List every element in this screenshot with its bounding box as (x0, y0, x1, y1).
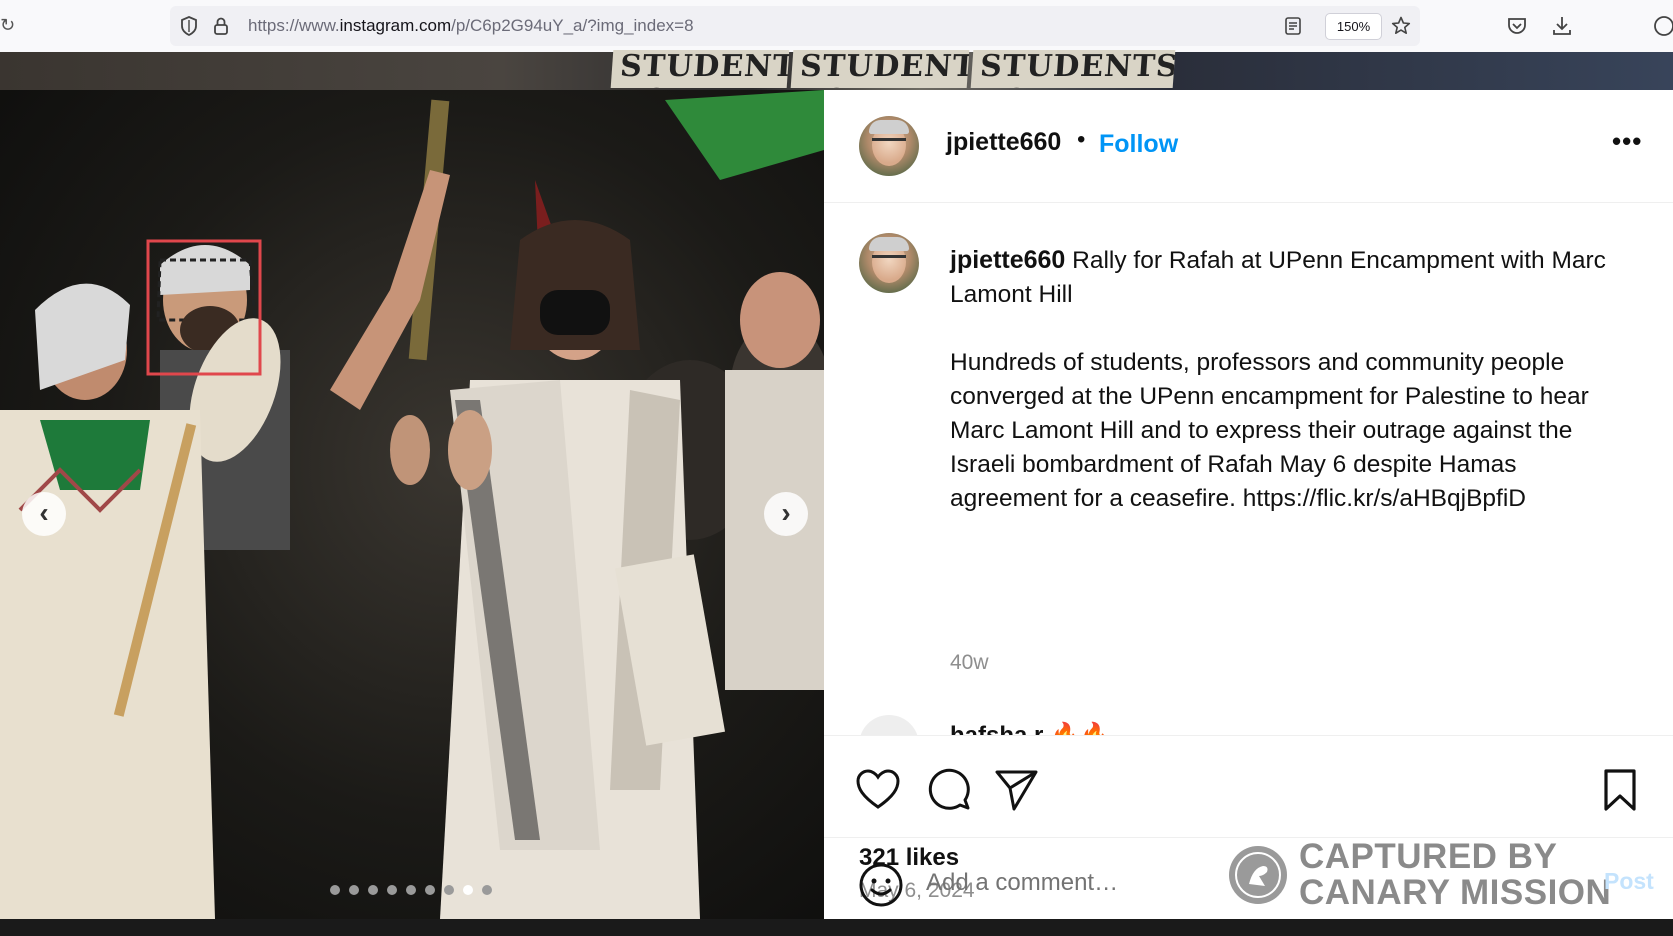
account-icon[interactable] (1652, 14, 1673, 38)
post-time-ago[interactable]: 40w (950, 651, 989, 675)
carousel-dot[interactable] (368, 885, 378, 895)
author-avatar[interactable] (859, 116, 919, 176)
url-path: /p/C6p2G94uY_a/?img_index=8 (451, 16, 694, 35)
like-heart-icon[interactable] (854, 766, 902, 814)
carousel-dot[interactable] (425, 885, 435, 895)
carousel-dot[interactable] (482, 885, 492, 895)
protest-photo-illustration (0, 90, 824, 919)
carousel-prev-button[interactable]: ‹ (22, 492, 66, 536)
caption-author-avatar[interactable] (859, 233, 919, 293)
carousel-dot-active[interactable] (463, 885, 473, 895)
share-send-icon[interactable] (992, 766, 1040, 814)
shield-icon[interactable] (178, 15, 200, 37)
carousel-dot[interactable] (444, 885, 454, 895)
caption-scroll-area[interactable]: jpiette660 Rally for Rafah at UPenn Enca… (824, 203, 1673, 735)
carousel-dot[interactable] (349, 885, 359, 895)
url-domain: instagram.com (339, 16, 452, 35)
follow-button[interactable]: Follow (1099, 130, 1178, 159)
comment-bubble-icon[interactable] (924, 766, 972, 814)
emoji-smiley-icon[interactable] (858, 862, 904, 908)
backdrop-sign: STUDENTS AGREE (610, 50, 790, 88)
backdrop-sign: STUDENTS AGREE (970, 50, 1176, 88)
comment-input[interactable] (924, 862, 1528, 904)
post-photo[interactable]: ‹ › (0, 90, 824, 919)
carousel-dot[interactable] (406, 885, 416, 895)
author-username[interactable]: jpiette660 (946, 128, 1061, 157)
carousel-dot[interactable] (387, 885, 397, 895)
commenter-avatar[interactable] (859, 715, 919, 735)
url-prefix: https://www. (248, 16, 340, 35)
bookmark-star-icon[interactable] (1390, 15, 1412, 37)
caption-author-username[interactable]: jpiette660 (950, 246, 1065, 274)
carousel-dots (330, 882, 501, 895)
url-text[interactable]: https://www.instagram.com/p/C6p2G94uY_a/… (248, 16, 694, 36)
carousel-dot[interactable] (330, 885, 340, 895)
comment-peek: hafsha.r 🔥🔥 (950, 721, 1110, 735)
caption-body: Hundreds of students, professors and com… (950, 349, 1589, 512)
lock-icon[interactable] (210, 15, 232, 37)
post-caption: jpiette660 Rally for Rafah at UPenn Enca… (950, 243, 1610, 516)
address-bar[interactable]: https://www.instagram.com/p/C6p2G94uY_a/… (170, 6, 1420, 46)
backdrop-sign: STUDENTS AGREE (790, 50, 970, 88)
more-options-button[interactable]: ••• (1612, 126, 1642, 157)
save-bookmark-icon[interactable] (1596, 766, 1644, 814)
pocket-icon[interactable] (1505, 14, 1529, 38)
post-header: jpiette660 • Follow ••• (824, 90, 1673, 203)
comment-bar: Post (824, 837, 1673, 920)
carousel-next-button[interactable]: › (764, 492, 808, 536)
reload-icon[interactable]: ↻ (0, 14, 15, 36)
post-detail-panel: jpiette660 • Follow ••• jpiette660 Rally… (824, 90, 1673, 919)
browser-toolbar: ↻ https://www.instagram.com/p/C6p2G94uY_… (0, 0, 1673, 53)
zoom-level-button[interactable]: 150% (1325, 13, 1382, 40)
reader-view-icon[interactable] (1282, 15, 1304, 37)
post-comment-button[interactable]: Post (1604, 868, 1654, 895)
download-icon[interactable] (1550, 14, 1574, 38)
separator-dot: • (1077, 126, 1086, 153)
